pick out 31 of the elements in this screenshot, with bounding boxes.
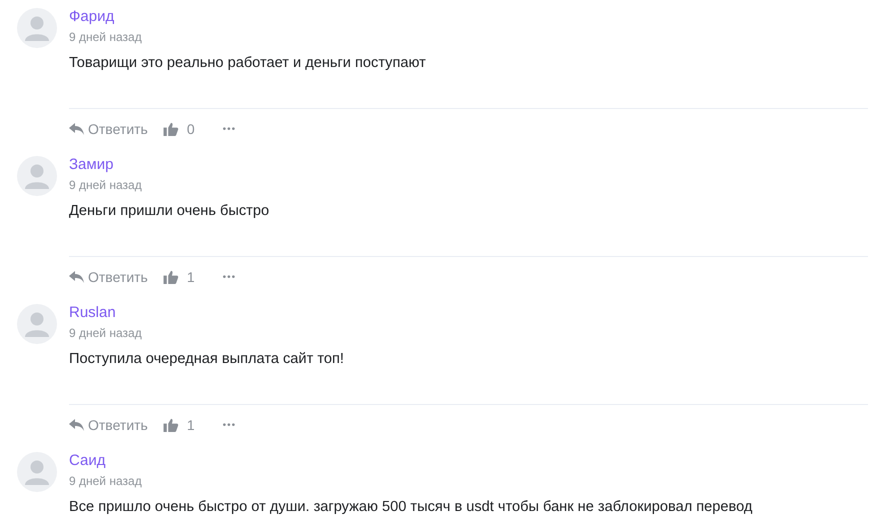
reply-button[interactable]: Ответить bbox=[69, 265, 148, 289]
like-button[interactable]: 1 bbox=[162, 413, 195, 437]
thumbs-up-icon bbox=[162, 418, 179, 432]
author-name[interactable]: Саид bbox=[69, 451, 106, 471]
like-button[interactable]: 0 bbox=[162, 117, 195, 141]
reply-icon bbox=[69, 418, 85, 432]
avatar-icon bbox=[17, 156, 57, 196]
author-name[interactable]: Фарид bbox=[69, 7, 114, 27]
reply-button[interactable]: Ответить bbox=[69, 413, 148, 437]
more-button[interactable]: ••• bbox=[222, 265, 236, 289]
comment-time: 9 дней назад bbox=[69, 29, 142, 45]
author-name[interactable]: Ruslan bbox=[69, 303, 116, 323]
comment-time: 9 дней назад bbox=[69, 325, 142, 341]
thumbs-up-icon bbox=[162, 270, 179, 284]
reply-icon bbox=[69, 270, 85, 284]
comment-text: Все пришло очень быстро от души. загружаю 500 тысяч в usdt чтобы банк не заблокировал перевод bbox=[69, 498, 752, 517]
more-button[interactable]: ••• bbox=[222, 117, 236, 141]
avatar-icon bbox=[17, 8, 57, 48]
like-button[interactable]: 1 bbox=[162, 265, 195, 289]
reply-button[interactable]: Ответить bbox=[69, 117, 148, 141]
author-name[interactable]: Замир bbox=[69, 155, 114, 175]
comment-text: Деньги пришли очень быстро bbox=[69, 202, 270, 221]
comment-text: Поступила очередная выплата сайт топ! bbox=[69, 350, 344, 369]
reply-icon bbox=[69, 122, 85, 136]
avatar-icon bbox=[17, 304, 57, 344]
comment-time: 9 дней назад bbox=[69, 177, 142, 193]
comment-time: 9 дней назад bbox=[69, 473, 142, 489]
avatar-icon bbox=[17, 452, 57, 492]
thumbs-up-icon bbox=[162, 122, 179, 136]
comment-text: Товарищи это реально работает и деньги поступают bbox=[69, 54, 426, 73]
more-button[interactable]: ••• bbox=[222, 413, 236, 437]
